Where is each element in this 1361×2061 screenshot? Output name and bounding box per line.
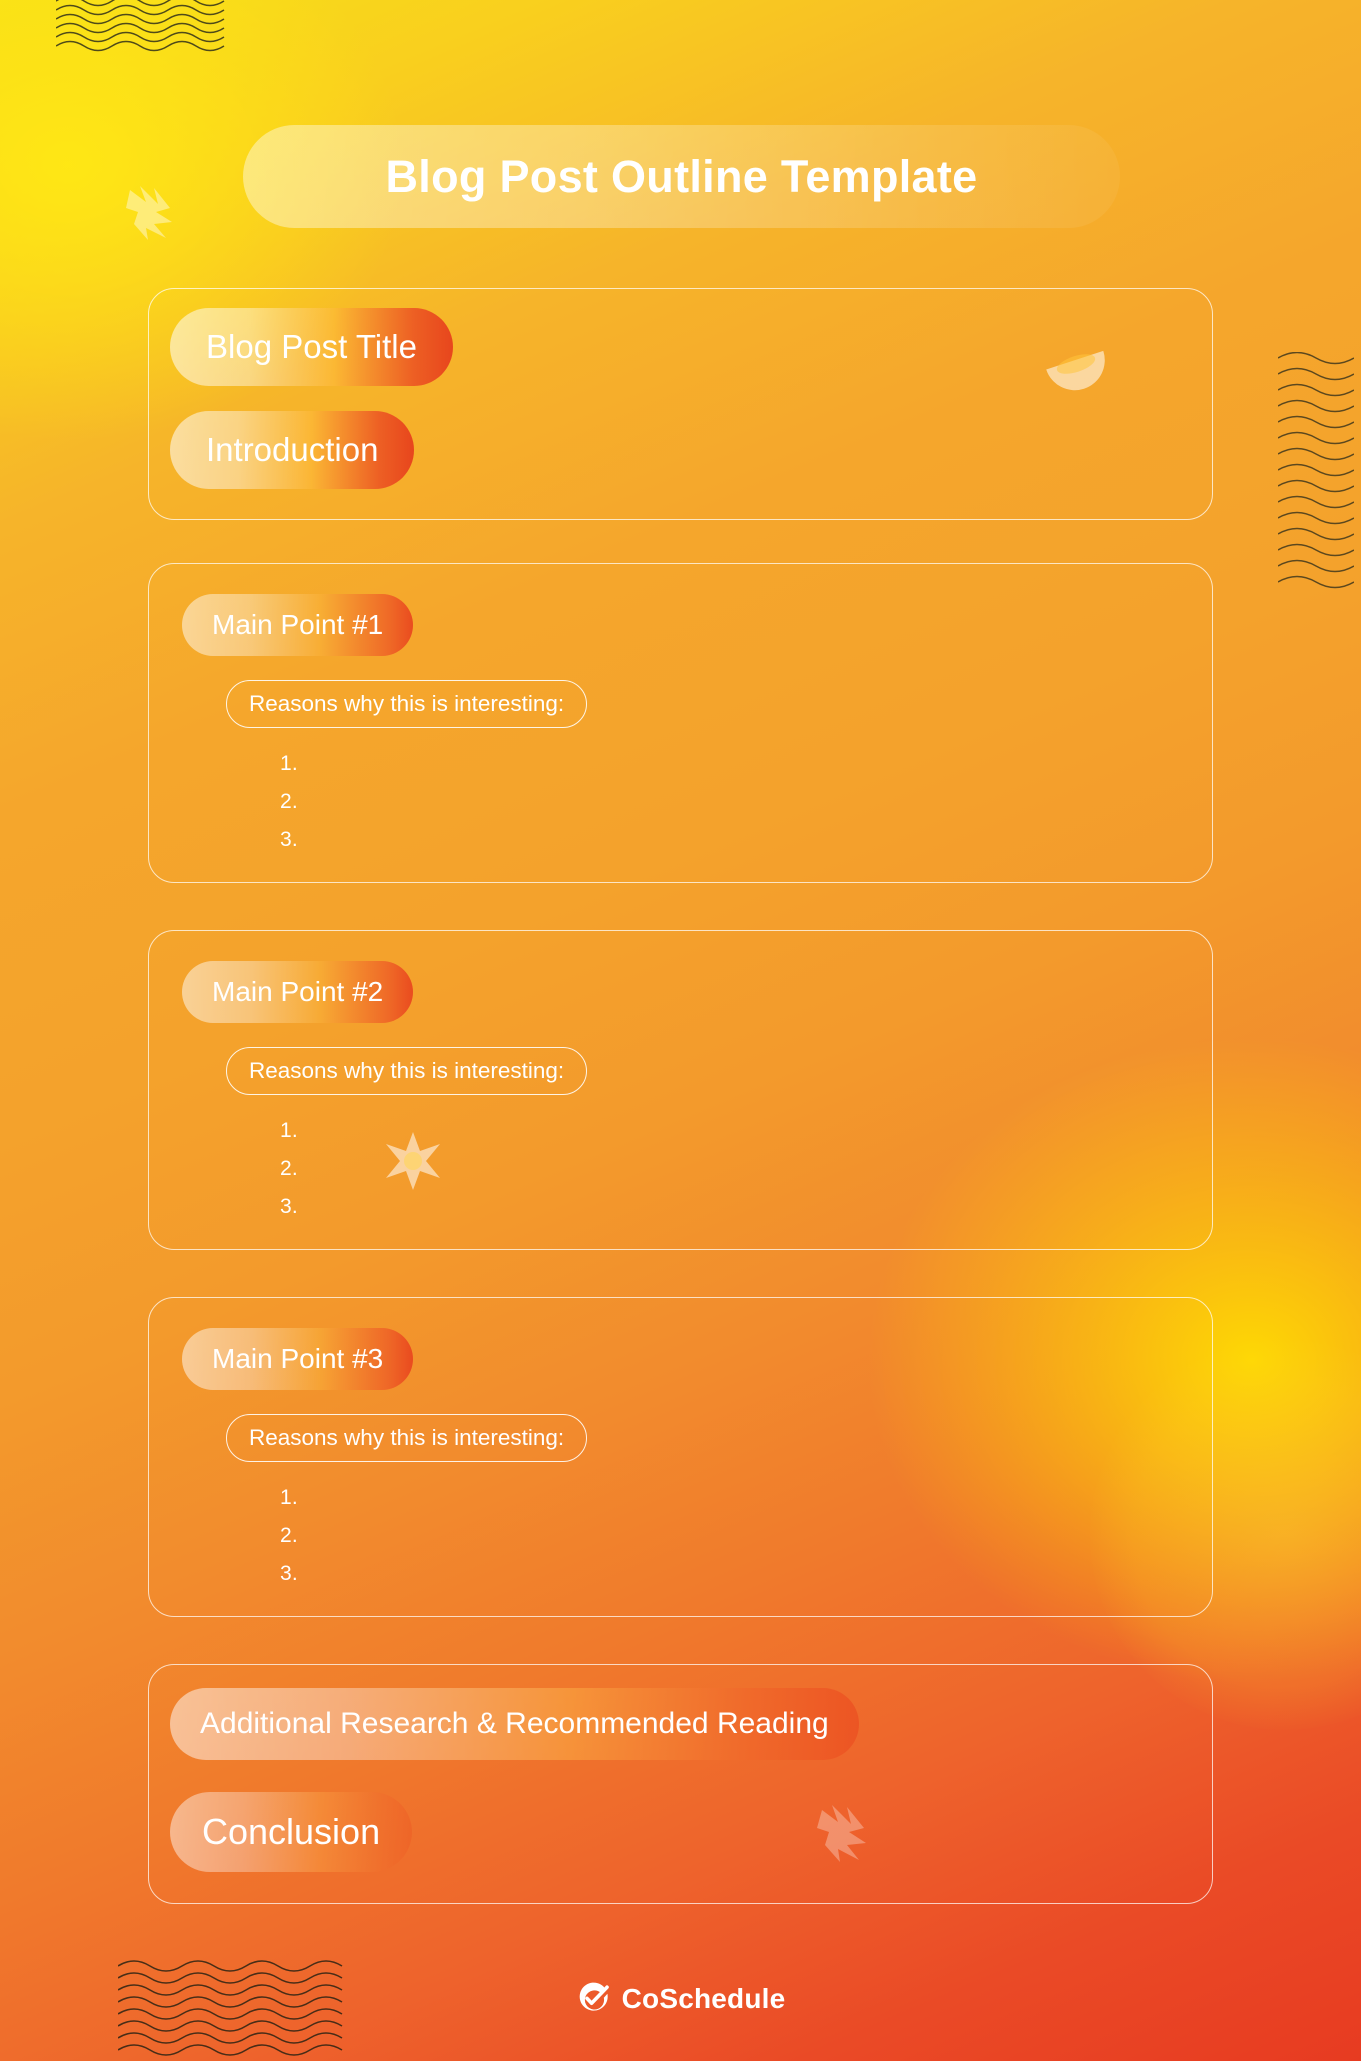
list-item[interactable]: 3. <box>280 1555 298 1593</box>
main-point-1-list: 1. 2. 3. <box>280 745 298 859</box>
conclusion-label: Conclusion <box>202 1811 381 1852</box>
main-point-3-label: Main Point #3 <box>212 1343 384 1374</box>
main-point-1-pill[interactable]: Main Point #1 <box>182 594 414 656</box>
main-point-3-pill[interactable]: Main Point #3 <box>182 1328 414 1390</box>
list-item[interactable]: 1. <box>280 1112 298 1150</box>
list-item[interactable]: 1. <box>280 1479 298 1517</box>
main-point-3-reasons-label: Reasons why this is interesting: <box>249 1425 565 1450</box>
page-title: Blog Post Outline Template <box>243 125 1120 228</box>
page-title-text: Blog Post Outline Template <box>385 150 978 202</box>
blog-post-title-pill[interactable]: Blog Post Title <box>170 308 453 386</box>
main-point-2-pill[interactable]: Main Point #2 <box>182 961 414 1023</box>
introduction-label: Introduction <box>206 431 379 468</box>
blog-post-title-label: Blog Post Title <box>206 328 417 365</box>
main-point-2-label: Main Point #2 <box>212 976 384 1007</box>
poster-canvas: Blog Post Outline Template Blog Post Tit… <box>0 0 1361 2061</box>
main-point-1-reasons-label: Reasons why this is interesting: <box>249 691 565 716</box>
list-item[interactable]: 2. <box>280 1150 298 1188</box>
main-point-3-list: 1. 2. 3. <box>280 1479 298 1593</box>
brand-name: CoSchedule <box>621 1983 786 2014</box>
list-item[interactable]: 1. <box>280 745 298 783</box>
main-point-2-reasons-pill[interactable]: Reasons why this is interesting: <box>226 1047 588 1095</box>
list-item[interactable]: 2. <box>280 783 298 821</box>
list-item[interactable]: 2. <box>280 1517 298 1555</box>
additional-research-pill[interactable]: Additional Research & Recommended Readin… <box>170 1688 859 1760</box>
conclusion-pill[interactable]: Conclusion <box>170 1792 413 1872</box>
footer-brand: CoSchedule <box>0 1982 1361 2016</box>
main-point-1-label: Main Point #1 <box>212 609 384 640</box>
main-point-3-reasons-pill[interactable]: Reasons why this is interesting: <box>226 1414 588 1462</box>
introduction-pill[interactable]: Introduction <box>170 411 415 489</box>
additional-research-label: Additional Research & Recommended Readin… <box>200 1707 829 1740</box>
list-item[interactable]: 3. <box>280 821 298 859</box>
main-point-2-reasons-label: Reasons why this is interesting: <box>249 1058 565 1083</box>
check-circle-icon <box>579 1982 609 2011</box>
main-point-1-reasons-pill[interactable]: Reasons why this is interesting: <box>226 680 588 728</box>
main-point-2-list: 1. 2. 3. <box>280 1112 298 1226</box>
list-item[interactable]: 3. <box>280 1188 298 1226</box>
